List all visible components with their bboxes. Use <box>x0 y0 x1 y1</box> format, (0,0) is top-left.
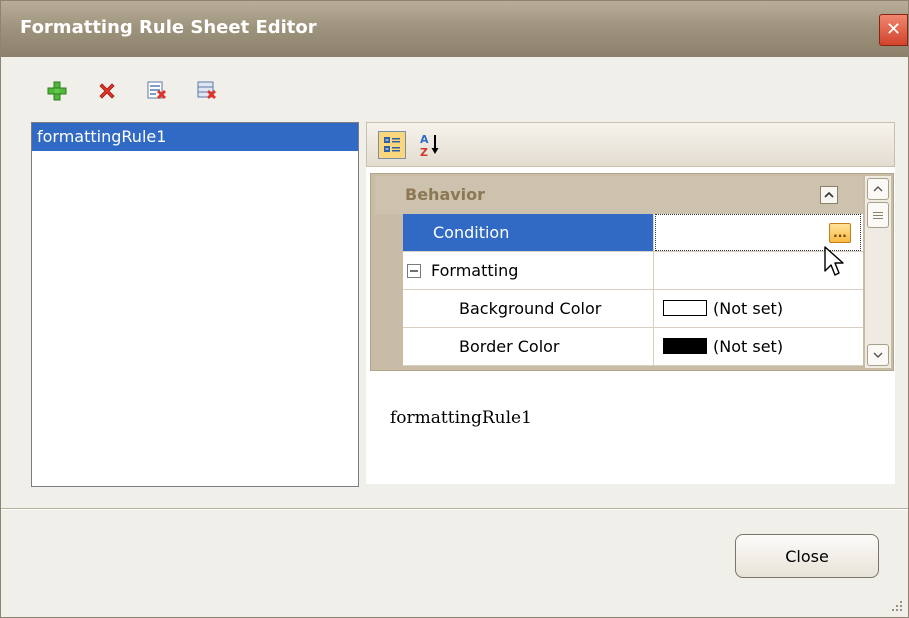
collapse-category-button[interactable] <box>820 186 838 204</box>
property-value-cell[interactable]: (Not set) <box>655 328 869 365</box>
chevron-up-icon <box>824 191 834 198</box>
window-close-button[interactable]: ✕ <box>879 14 908 46</box>
property-row-condition[interactable]: Condition ... <box>403 214 863 252</box>
property-grid: A Z Behavior Condition ... Formatting Ba… <box>366 122 895 484</box>
color-swatch <box>663 337 707 354</box>
scroll-up-button[interactable] <box>867 178 889 200</box>
remove-rule-icon <box>147 81 166 99</box>
svg-text:Z: Z <box>420 146 428 158</box>
category-row[interactable]: Behavior <box>375 176 863 214</box>
remove-rule-button[interactable] <box>137 77 177 105</box>
property-row-border-color[interactable]: Border Color (Not set) <box>403 328 863 366</box>
property-grid-toolbar: A Z <box>366 122 895 167</box>
vertical-scrollbar[interactable] <box>865 176 891 368</box>
delete-rule-button[interactable] <box>87 77 127 105</box>
delete-icon <box>99 83 115 99</box>
resize-grip-icon[interactable] <box>890 599 904 613</box>
property-name: Formatting <box>431 261 519 280</box>
description-text: formattingRule1 <box>390 408 532 428</box>
property-name-cell: Formatting <box>403 252 654 289</box>
property-row-background-color[interactable]: Background Color (Not set) <box>403 290 863 328</box>
add-icon <box>47 81 67 101</box>
close-button[interactable]: Close <box>735 534 879 578</box>
alphabetical-button[interactable]: A Z <box>417 131 445 159</box>
add-rule-button[interactable] <box>37 77 77 105</box>
property-value-cell[interactable]: (Not set) <box>655 290 869 327</box>
scroll-thumb[interactable] <box>867 202 889 228</box>
expand-collapse-icon[interactable] <box>407 264 421 278</box>
rules-list[interactable]: formattingRule1 <box>31 122 359 487</box>
ellipsis-button[interactable]: ... <box>829 223 851 243</box>
clear-rules-icon <box>197 81 216 99</box>
category-label: Behavior <box>405 185 486 204</box>
chevron-down-icon <box>873 352 883 358</box>
property-value: (Not set) <box>713 299 784 318</box>
scroll-down-button[interactable] <box>867 344 889 366</box>
alphabetical-sort-icon: A Z <box>420 133 439 158</box>
footer-divider <box>1 508 908 510</box>
property-name: Border Color <box>403 328 654 365</box>
property-grid-body: Behavior Condition ... Formatting Backgr… <box>370 173 894 371</box>
color-swatch <box>663 299 707 316</box>
property-value <box>655 252 861 289</box>
window-title: Formatting Rule Sheet Editor <box>20 17 317 38</box>
list-item[interactable]: formattingRule1 <box>32 123 358 151</box>
categorized-button[interactable] <box>378 131 406 159</box>
chevron-up-icon <box>873 186 883 192</box>
property-row-formatting[interactable]: Formatting <box>403 252 863 290</box>
clear-rules-button[interactable] <box>187 77 227 105</box>
rules-toolbar <box>37 77 227 107</box>
property-name: Background Color <box>403 290 654 327</box>
dialog-window: Formatting Rule Sheet Editor ✕ formattin… <box>0 0 909 618</box>
svg-text:A: A <box>420 133 429 146</box>
description-panel: formattingRule1 <box>366 384 895 484</box>
title-bar[interactable]: Formatting Rule Sheet Editor ✕ <box>1 1 908 57</box>
property-value: (Not set) <box>713 337 784 356</box>
categorized-icon <box>384 137 400 152</box>
property-name: Condition <box>403 214 654 251</box>
